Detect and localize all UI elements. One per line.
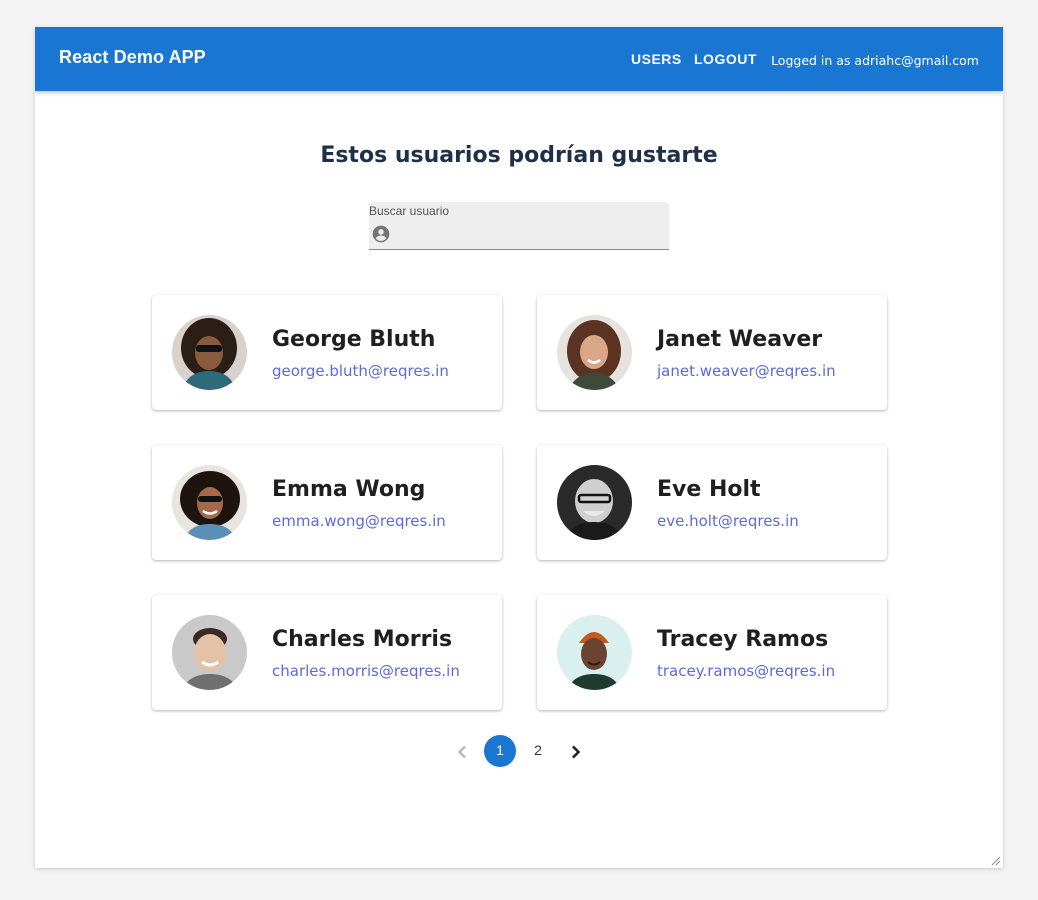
user-name: Tracey Ramos — [657, 627, 829, 652]
user-avatar — [557, 465, 632, 540]
user-avatar — [172, 315, 247, 390]
user-name: Emma Wong — [272, 477, 426, 502]
chevron-right-icon[interactable] — [561, 737, 591, 767]
app-brand[interactable]: React Demo APP — [59, 47, 206, 68]
user-avatar — [557, 615, 632, 690]
user-email-link[interactable]: tracey.ramos@reqres.in — [657, 662, 835, 680]
user-name: Eve Holt — [657, 477, 761, 502]
app-window: React Demo APP USERS LOGOUT Logged in as… — [35, 27, 1003, 868]
page-1-button[interactable]: 1 — [484, 735, 516, 767]
user-avatar — [557, 315, 632, 390]
logged-in-status: Logged in as adriahc@gmail.com — [771, 53, 979, 68]
nav-users-button[interactable]: USERS — [631, 51, 682, 67]
user-email-link[interactable]: eve.holt@reqres.in — [657, 512, 799, 530]
page-title: Estos usuarios podrían gustarte — [320, 143, 718, 168]
user-card: George Bluth george.bluth@reqres.in — [152, 295, 502, 410]
app-bar: React Demo APP USERS LOGOUT Logged in as… — [35, 27, 1003, 91]
user-email-link[interactable]: emma.wong@reqres.in — [272, 512, 446, 530]
user-card: Charles Morris charles.morris@reqres.in — [152, 595, 502, 710]
user-card: Janet Weaver janet.weaver@reqres.in — [537, 295, 887, 410]
search-input[interactable] — [399, 222, 661, 246]
page-2-button[interactable]: 2 — [522, 735, 554, 767]
user-email-link[interactable]: george.bluth@reqres.in — [272, 362, 449, 380]
nav-logout-button[interactable]: LOGOUT — [694, 51, 757, 67]
search-field[interactable]: Buscar usuario — [369, 202, 669, 250]
user-card: Emma Wong emma.wong@reqres.in — [152, 445, 502, 560]
resize-grip-icon[interactable] — [989, 854, 1001, 866]
user-email-link[interactable]: janet.weaver@reqres.in — [657, 362, 836, 380]
user-name: Charles Morris — [272, 627, 453, 652]
user-avatar — [172, 465, 247, 540]
user-avatar — [172, 615, 247, 690]
user-card: Tracey Ramos tracey.ramos@reqres.in — [537, 595, 887, 710]
chevron-left-icon[interactable] — [447, 737, 477, 767]
user-name: Janet Weaver — [657, 327, 823, 352]
user-email-link[interactable]: charles.morris@reqres.in — [272, 662, 460, 680]
account-circle-icon — [372, 225, 390, 243]
user-name: George Bluth — [272, 327, 436, 352]
search-label: Buscar usuario — [369, 204, 450, 218]
user-card: Eve Holt eve.holt@reqres.in — [537, 445, 887, 560]
